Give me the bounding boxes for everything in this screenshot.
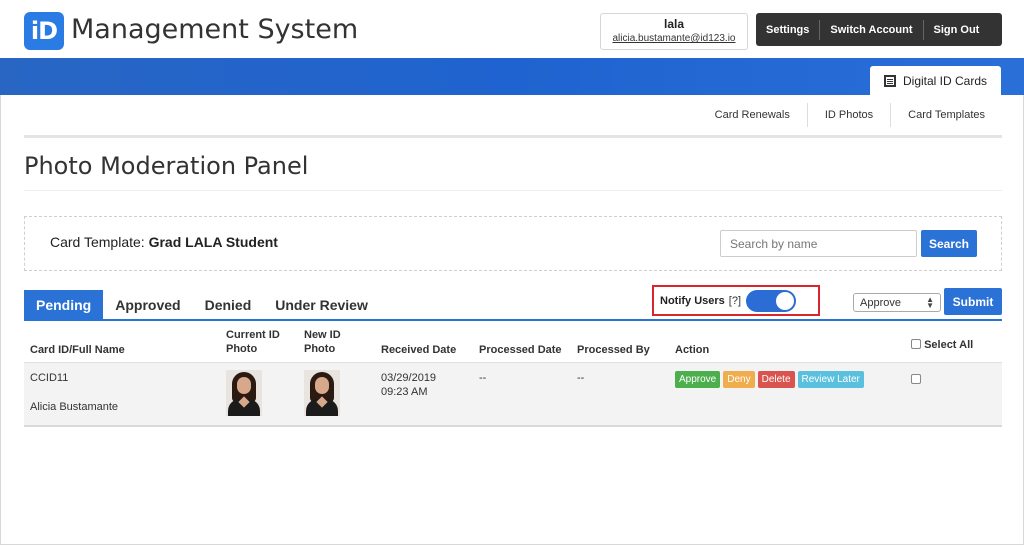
row-select[interactable] bbox=[911, 373, 921, 387]
card-id: CCID11 bbox=[30, 372, 69, 384]
col-new-photo: New ID Photo bbox=[304, 328, 341, 356]
divider bbox=[24, 135, 1002, 138]
sign-out-button[interactable]: Sign Out bbox=[924, 20, 990, 40]
col-action: Action bbox=[675, 344, 710, 356]
divider bbox=[24, 425, 1002, 427]
tab-denied[interactable]: Denied bbox=[193, 290, 264, 320]
col-label-line: Photo bbox=[226, 343, 258, 355]
id-card-icon bbox=[883, 75, 896, 87]
user-name: lala bbox=[663, 17, 684, 31]
col-label-line: New ID bbox=[304, 329, 341, 341]
help-link[interactable]: [?] bbox=[729, 295, 741, 307]
processed-by: -- bbox=[577, 372, 585, 384]
col-current-photo: Current ID Photo bbox=[226, 328, 280, 356]
received-date: 03/29/2019 09:23 AM bbox=[381, 371, 436, 399]
template-name: Grad LALA Student bbox=[148, 234, 278, 250]
app-header: iD Management System lala alicia.bustama… bbox=[0, 0, 1024, 58]
submit-button[interactable]: Submit bbox=[944, 288, 1002, 315]
select-all-label: Select All bbox=[924, 339, 974, 351]
status-tabs: Pending Approved Denied Under Review bbox=[24, 290, 380, 320]
nav-card-templates[interactable]: Card Templates bbox=[891, 109, 1002, 121]
bulk-action-value: Approve bbox=[860, 296, 901, 309]
approve-button[interactable]: Approve bbox=[675, 371, 721, 388]
col-received-date: Received Date bbox=[381, 344, 457, 356]
received-time-value: 09:23 AM bbox=[381, 386, 428, 398]
col-card-id: Card ID/Full Name bbox=[30, 344, 125, 356]
tab-approved[interactable]: Approved bbox=[103, 290, 192, 320]
deny-button[interactable]: Deny bbox=[723, 371, 755, 388]
divider bbox=[24, 190, 1002, 191]
nav-card-renewals[interactable]: Card Renewals bbox=[698, 109, 807, 121]
col-processed-by: Processed By bbox=[577, 344, 650, 356]
processed-date: -- bbox=[479, 372, 487, 384]
select-arrows-icon: ▲ ▼ bbox=[926, 294, 934, 310]
select-all[interactable]: Select All bbox=[911, 338, 973, 352]
review-later-button[interactable]: Review Later bbox=[797, 371, 864, 388]
received-date-value: 03/29/2019 bbox=[381, 372, 437, 384]
row-actions: Approve Deny Delete Review Later bbox=[675, 371, 864, 388]
photo-part bbox=[315, 377, 329, 394]
row-checkbox[interactable] bbox=[911, 374, 921, 384]
tab-label: Digital ID Cards bbox=[902, 74, 988, 88]
settings-button[interactable]: Settings bbox=[756, 20, 819, 40]
user-email-link[interactable]: alicia.bustamante@id123.io bbox=[601, 33, 747, 44]
search-input[interactable] bbox=[720, 230, 917, 257]
notify-users-highlight: Notify Users [?] bbox=[652, 285, 820, 316]
page-title: Photo Moderation Panel bbox=[24, 152, 309, 180]
app-logo[interactable]: iD bbox=[24, 12, 64, 50]
photo-part bbox=[237, 377, 251, 394]
switch-account-button[interactable]: Switch Account bbox=[820, 20, 922, 40]
sub-navigation: Card Renewals ID Photos Card Templates bbox=[698, 96, 1002, 134]
search-button[interactable]: Search bbox=[921, 230, 977, 257]
toggle-knob bbox=[776, 292, 794, 310]
tab-digital-id-cards[interactable]: Digital ID Cards bbox=[870, 66, 1001, 96]
user-account-box[interactable]: lala alicia.bustamante@id123.io bbox=[600, 13, 748, 50]
col-label-line: Current ID bbox=[226, 329, 280, 341]
select-all-checkbox[interactable] bbox=[911, 339, 921, 349]
notify-users-label: Notify Users bbox=[660, 294, 725, 307]
app-title: Management System bbox=[71, 14, 359, 45]
notify-users-toggle[interactable] bbox=[746, 290, 796, 312]
col-processed-date: Processed Date bbox=[479, 344, 562, 356]
card-template-label: Card Template: Grad LALA Student bbox=[50, 234, 278, 250]
card-template-panel: Card Template: Grad LALA Student Search bbox=[24, 216, 1002, 271]
top-actions-bar: Settings Switch Account Sign Out bbox=[756, 13, 1002, 46]
delete-button[interactable]: Delete bbox=[757, 371, 795, 388]
current-id-photo[interactable] bbox=[226, 370, 262, 416]
tab-pending[interactable]: Pending bbox=[24, 290, 104, 320]
tab-under-review[interactable]: Under Review bbox=[263, 290, 380, 320]
full-name: Alicia Bustamante bbox=[30, 401, 119, 413]
col-label-line: Photo bbox=[304, 343, 336, 355]
bulk-action-select[interactable]: Approve ▲ ▼ bbox=[853, 293, 941, 312]
nav-id-photos[interactable]: ID Photos bbox=[808, 109, 890, 121]
table-row: CCID11 Alicia Bustamante 03/29/2019 09:2… bbox=[24, 363, 1002, 425]
new-id-photo[interactable] bbox=[304, 370, 340, 416]
table-header: Card ID/Full Name Current ID Photo New I… bbox=[24, 321, 1002, 363]
template-caption: Card Template: bbox=[50, 234, 145, 250]
